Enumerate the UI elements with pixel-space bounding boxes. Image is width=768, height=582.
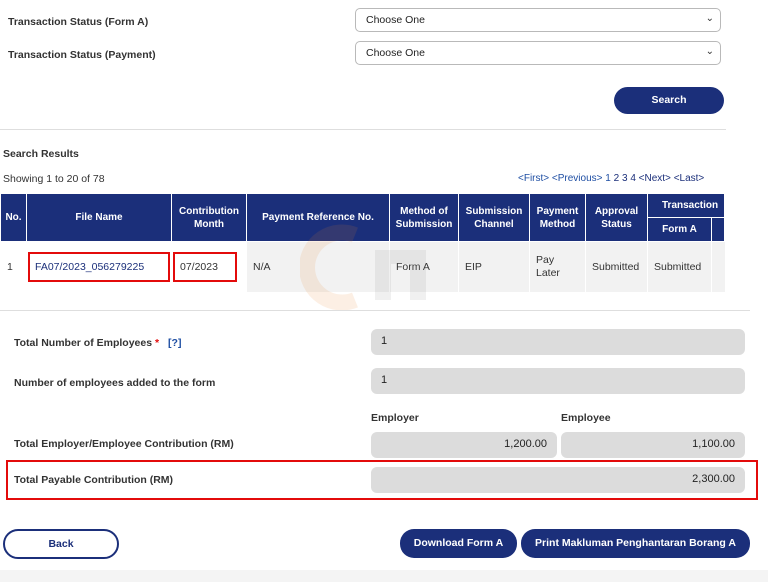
chevron-down-icon: ⌄ bbox=[705, 46, 714, 57]
required-asterisk: * bbox=[155, 337, 160, 349]
total-employees-label: Total Number of Employees * [?] bbox=[14, 337, 181, 349]
employee-contribution-field: 1,100.00 bbox=[561, 432, 745, 458]
cell-no: 1 bbox=[0, 241, 27, 292]
pagination: <First> <Previous> 1 2 3 4 <Next> <Last> bbox=[518, 173, 704, 184]
payable-field: 2,300.00 bbox=[371, 467, 745, 493]
col-header-file-name: File Name bbox=[26, 193, 172, 242]
col-header-form-a: Form A bbox=[647, 217, 712, 242]
pagination-last[interactable]: <Last> bbox=[674, 173, 705, 184]
cn-advisory-watermark-logo bbox=[300, 224, 426, 311]
pagination-page-1[interactable]: 1 bbox=[605, 173, 611, 184]
back-button[interactable]: Back bbox=[3, 529, 119, 559]
pagination-first[interactable]: <First> bbox=[518, 173, 549, 184]
cell-form-a-status: Submitted bbox=[647, 241, 712, 292]
col-header-approval: Approval Status bbox=[585, 193, 648, 242]
cell-approval: Submitted bbox=[585, 241, 648, 292]
contribution-label: Total Employer/Employee Contribution (RM… bbox=[14, 438, 234, 450]
pagination-next[interactable]: <Next> bbox=[639, 173, 671, 184]
chevron-down-icon: ⌄ bbox=[705, 13, 714, 24]
col-header-contribution-month: Contribution Month bbox=[171, 193, 247, 242]
total-employees-label-text: Total Number of Employees bbox=[14, 337, 153, 349]
file-name-link[interactable]: FA07/2023_056279225 bbox=[28, 251, 170, 282]
employer-heading: Employer bbox=[371, 412, 419, 424]
status-form-a-label: Transaction Status (Form A) bbox=[8, 16, 149, 28]
employees-added-label: Number of employees added to the form bbox=[14, 377, 216, 389]
status-payment-select[interactable]: Choose One ⌄ bbox=[355, 41, 721, 65]
pagination-page-2[interactable]: 2 bbox=[614, 173, 620, 184]
col-header-transaction: Transaction bbox=[646, 193, 726, 218]
results-count: Showing 1 to 20 of 78 bbox=[3, 173, 105, 185]
pagination-page-3[interactable]: 3 bbox=[622, 173, 628, 184]
bottom-strip bbox=[0, 570, 768, 582]
col-header-no: No. bbox=[0, 193, 27, 242]
cell-overflow bbox=[710, 241, 725, 292]
search-button[interactable]: Search bbox=[614, 87, 724, 114]
pagination-page-4[interactable]: 4 bbox=[630, 173, 636, 184]
employees-added-field: 1 bbox=[371, 368, 745, 394]
total-employees-field: 1 bbox=[371, 329, 745, 355]
section-divider bbox=[0, 129, 726, 130]
col-header-payment-method: Payment Method bbox=[529, 193, 586, 242]
section-divider bbox=[0, 310, 750, 311]
status-form-a-value: Choose One bbox=[366, 14, 425, 26]
col-header-overflow bbox=[710, 217, 726, 242]
pagination-previous[interactable]: <Previous> bbox=[552, 173, 603, 184]
download-form-a-button[interactable]: Download Form A bbox=[400, 529, 517, 558]
cell-payment-method: Pay Later bbox=[529, 241, 586, 292]
search-results-title: Search Results bbox=[3, 148, 79, 160]
status-payment-value: Choose One bbox=[366, 47, 425, 59]
status-form-a-select[interactable]: Choose One ⌄ bbox=[355, 8, 721, 32]
help-link[interactable]: [?] bbox=[168, 337, 181, 349]
employee-heading: Employee bbox=[561, 412, 611, 424]
print-makluman-button[interactable]: Print Makluman Penghantaran Borang A bbox=[521, 529, 750, 558]
payable-label: Total Payable Contribution (RM) bbox=[14, 474, 174, 486]
cell-contribution-month: 07/2023 bbox=[173, 251, 237, 282]
status-payment-label: Transaction Status (Payment) bbox=[8, 49, 156, 61]
employer-contribution-field: 1,200.00 bbox=[371, 432, 557, 458]
